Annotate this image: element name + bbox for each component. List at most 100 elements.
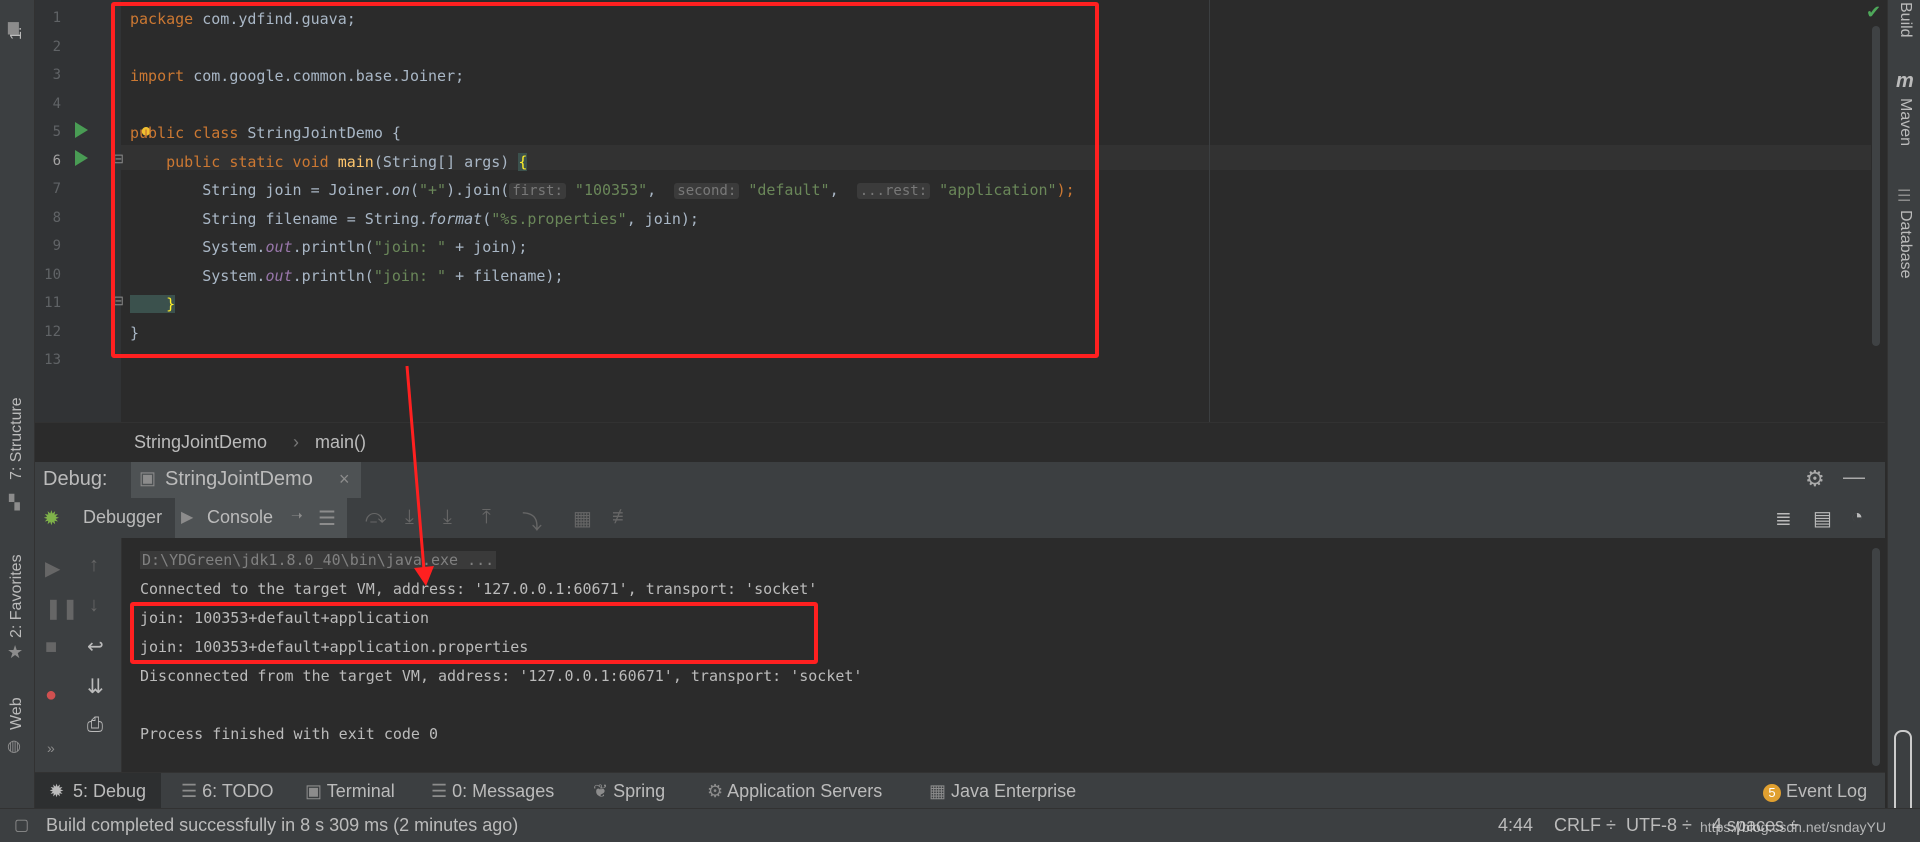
- line-number: 9: [52, 238, 61, 254]
- console-line: Process finished with exit code 0: [140, 725, 439, 743]
- app-icon: ▣: [139, 468, 157, 488]
- structure-tab-label: 7: Structure: [8, 397, 25, 480]
- annotation-code-box: [111, 2, 1099, 358]
- restore-layout-icon[interactable]: ➝: [291, 507, 303, 524]
- line-number: 11: [44, 295, 61, 311]
- favorites-tab-label: 2: Favorites: [8, 554, 25, 638]
- console-line: Disconnected from the target VM, address…: [140, 667, 863, 685]
- bug-icon: ✹: [49, 781, 65, 801]
- list-icon: ☰: [181, 781, 198, 801]
- evaluate-icon[interactable]: ▦: [573, 506, 592, 531]
- threads-icon[interactable]: ≣: [1775, 506, 1792, 531]
- tool-window-bar: ✹ 5: Debug ☰ 6: TODO ▣ Terminal ☰ 0: Mes…: [35, 772, 1885, 809]
- tool-java-enterprise[interactable]: ▦ Java Enterprise: [929, 781, 1076, 802]
- tool-spring[interactable]: ❦ Spring: [593, 781, 665, 802]
- run-main-icon[interactable]: [75, 150, 88, 166]
- minimize-icon[interactable]: —: [1843, 464, 1865, 490]
- console-icon: ▶: [181, 509, 194, 526]
- scroll-to-end-icon[interactable]: ⇊: [87, 674, 104, 699]
- annotation-output-box: [130, 602, 818, 664]
- build-tab[interactable]: Build: [1896, 2, 1914, 38]
- breadcrumb-method[interactable]: main(): [315, 432, 366, 453]
- maven-tab[interactable]: Maven: [1896, 98, 1914, 146]
- layout-toggle-icon[interactable]: ▢: [14, 815, 29, 835]
- run-class-icon[interactable]: [75, 122, 88, 138]
- close-icon[interactable]: ×: [339, 469, 350, 490]
- line-number: 13: [44, 352, 61, 368]
- tool-app-servers-label: Application Servers: [727, 781, 883, 801]
- database-tab-label: Database: [1897, 210, 1914, 279]
- tool-event-log[interactable]: 5 Event Log: [1763, 781, 1867, 802]
- favorites-tab[interactable]: 2: Favorites: [8, 554, 26, 638]
- status-bar: ▢ Build completed successfully in 8 s 30…: [0, 808, 1920, 842]
- line-number: 1: [52, 10, 61, 26]
- debugger-tab[interactable]: Debugger: [83, 507, 162, 528]
- star-icon: ★: [7, 642, 24, 662]
- step-out-icon[interactable]: ⤒: [482, 506, 491, 529]
- line-separator[interactable]: CRLF ÷: [1554, 815, 1616, 836]
- frames-icon[interactable]: ☰: [318, 506, 336, 531]
- breadcrumb: StringJointDemo › main(): [35, 422, 1885, 463]
- structure-icon: ▚: [9, 494, 20, 510]
- tool-todo[interactable]: ☰ 6: TODO: [181, 781, 274, 802]
- gear-icon[interactable]: ⚙: [1805, 466, 1825, 492]
- tool-app-servers[interactable]: ⚙ Application Servers: [707, 781, 882, 802]
- run-to-cursor-icon[interactable]: ⤵: [522, 506, 542, 535]
- database-tab[interactable]: Database: [1896, 210, 1914, 279]
- breadcrumb-separator: ›: [293, 432, 299, 452]
- debug-session-tab[interactable]: ▣ StringJointDemo ×: [131, 462, 361, 498]
- resume-icon[interactable]: ▶: [45, 556, 60, 581]
- tool-java-enterprise-label: Java Enterprise: [951, 781, 1077, 801]
- line-number: 6: [52, 153, 61, 169]
- tool-messages[interactable]: ☰ 0: Messages: [431, 781, 554, 802]
- terminal-icon: ▣: [305, 781, 323, 801]
- line-number: 4: [52, 96, 61, 112]
- line-number: 10: [44, 267, 61, 283]
- file-encoding[interactable]: UTF-8 ÷: [1626, 815, 1692, 836]
- build-tab-label: Build: [1897, 2, 1914, 38]
- line-number: 2: [52, 39, 61, 55]
- force-step-into-icon[interactable]: ⤓: [443, 506, 452, 529]
- tool-spring-label: Spring: [613, 781, 666, 801]
- server-icon: ⚙: [707, 781, 724, 801]
- structure-tab[interactable]: 7: Structure: [8, 397, 26, 480]
- messages-icon: ☰: [431, 781, 448, 801]
- soft-wrap-icon[interactable]: ↩: [87, 634, 104, 659]
- more-icon[interactable]: »: [47, 740, 55, 756]
- memory-icon[interactable]: ◔: [1851, 506, 1863, 529]
- trace-icon[interactable]: ≢: [612, 506, 632, 529]
- arrow-up-icon[interactable]: ↑: [89, 554, 99, 577]
- maven-tab-label: Maven: [1897, 98, 1914, 147]
- breakpoints-icon[interactable]: ●: [45, 684, 57, 707]
- bug-icon: ✹: [43, 508, 60, 530]
- folder-icon: ▆: [8, 18, 19, 34]
- arrow-down-icon[interactable]: ↓: [89, 594, 99, 617]
- pause-icon[interactable]: ❚❚: [45, 596, 79, 621]
- web-tab[interactable]: Web: [8, 697, 26, 730]
- tool-todo-label: 6: TODO: [202, 781, 274, 801]
- right-tool-strip: Build m Maven ☰ Database: [1887, 0, 1920, 824]
- tool-debug-label: 5: Debug: [73, 781, 147, 801]
- annotation-arrow: [405, 365, 434, 586]
- caret-position[interactable]: 4:44: [1498, 815, 1533, 836]
- database-icon: ☰: [1897, 188, 1912, 205]
- console-actions: ↑ ↓ ↩ ⇊ ⎙: [75, 538, 122, 772]
- tool-terminal-label: Terminal: [326, 781, 395, 801]
- breadcrumb-class[interactable]: StringJointDemo: [134, 432, 267, 453]
- layout-icon[interactable]: ▤: [1813, 506, 1832, 531]
- console-line[interactable]: D:\YDGreen\jdk1.8.0_40\bin\java.exe ...: [140, 551, 497, 569]
- print-icon[interactable]: ⎙: [87, 714, 103, 737]
- tool-terminal[interactable]: ▣ Terminal: [305, 781, 395, 802]
- debug-toolbar: ✹ Debugger ▶ Console ➝ ☰ ⤼ ⤓ ⤓ ⤒ ⤵ ▦ ≢ ≣…: [35, 498, 1885, 539]
- line-number: 12: [44, 324, 61, 340]
- tool-debug[interactable]: ✹ 5: Debug: [35, 773, 161, 809]
- status-message[interactable]: Build completed successfully in 8 s 309 …: [46, 815, 518, 836]
- debug-label: Debug:: [43, 468, 108, 490]
- annotation-arrow-head: [414, 566, 434, 586]
- enterprise-icon: ▦: [929, 781, 947, 801]
- editor-scrollbar[interactable]: [1872, 26, 1880, 346]
- console-scrollbar[interactable]: [1872, 548, 1880, 766]
- watermark: https://blog.csdn.net/sndayYU: [1700, 819, 1886, 835]
- left-tool-strip: 1: ▆ 7: Structure ▚ 2: Favorites ★ Web ◍: [0, 0, 35, 810]
- stop-icon[interactable]: ■: [45, 636, 57, 659]
